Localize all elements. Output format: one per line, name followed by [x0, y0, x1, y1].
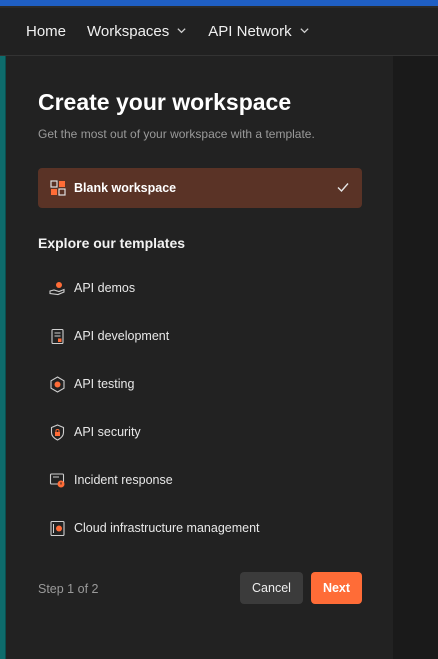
dialog-subtitle: Get the most out of your workspace with …	[38, 127, 315, 141]
server-icon	[49, 520, 66, 537]
next-button[interactable]: Next	[311, 572, 362, 604]
templates-heading: Explore our templates	[38, 235, 186, 251]
template-item-api-testing[interactable]: API testing	[38, 360, 362, 408]
step-indicator: Step 1 of 2	[38, 582, 99, 596]
template-label: Incident response	[74, 473, 173, 487]
chevron-down-icon	[299, 23, 310, 40]
nav-api-network[interactable]: API Network	[208, 23, 309, 40]
template-item-api-security[interactable]: API security	[38, 408, 362, 456]
hand-holding-icon	[49, 280, 66, 297]
blank-workspace-option[interactable]: Blank workspace	[38, 168, 362, 208]
nav-api-network-label: API Network	[208, 23, 292, 40]
template-label: API security	[74, 425, 141, 439]
template-item-incident-response[interactable]: Incident response	[38, 456, 362, 504]
template-label: Cloud infrastructure management	[74, 521, 260, 535]
template-label: API development	[74, 329, 170, 343]
checkmark-icon	[336, 180, 350, 194]
template-item-api-demos[interactable]: API demos	[38, 264, 362, 312]
template-item-cloud-infrastructure[interactable]: Cloud infrastructure management	[38, 504, 362, 552]
template-label: API demos	[74, 281, 136, 295]
chevron-down-icon	[176, 23, 187, 40]
nav-workspaces-label: Workspaces	[87, 23, 170, 40]
create-workspace-dialog: Create your workspace Get the most out o…	[6, 56, 393, 659]
nav-home-label: Home	[26, 23, 67, 40]
spec-document-icon	[49, 328, 66, 345]
top-navbar: Home Workspaces API Network	[0, 8, 438, 56]
nav-workspaces[interactable]: Workspaces	[87, 23, 187, 40]
template-item-api-development[interactable]: API development	[38, 312, 362, 360]
window-top-strip	[0, 0, 438, 8]
dialog-title: Create your workspace	[38, 89, 292, 115]
shield-lock-icon	[49, 423, 66, 441]
background-panel	[393, 56, 438, 659]
blank-workspace-icon	[50, 180, 66, 196]
cancel-button[interactable]: Cancel	[240, 572, 303, 604]
template-list: API demos API development API testing AP…	[38, 264, 362, 552]
alert-monitor-icon	[49, 472, 66, 489]
nav-home[interactable]: Home	[26, 23, 66, 40]
blank-workspace-label: Blank workspace	[74, 181, 177, 195]
hexagon-gear-icon	[49, 375, 66, 393]
template-label: API testing	[74, 377, 135, 391]
